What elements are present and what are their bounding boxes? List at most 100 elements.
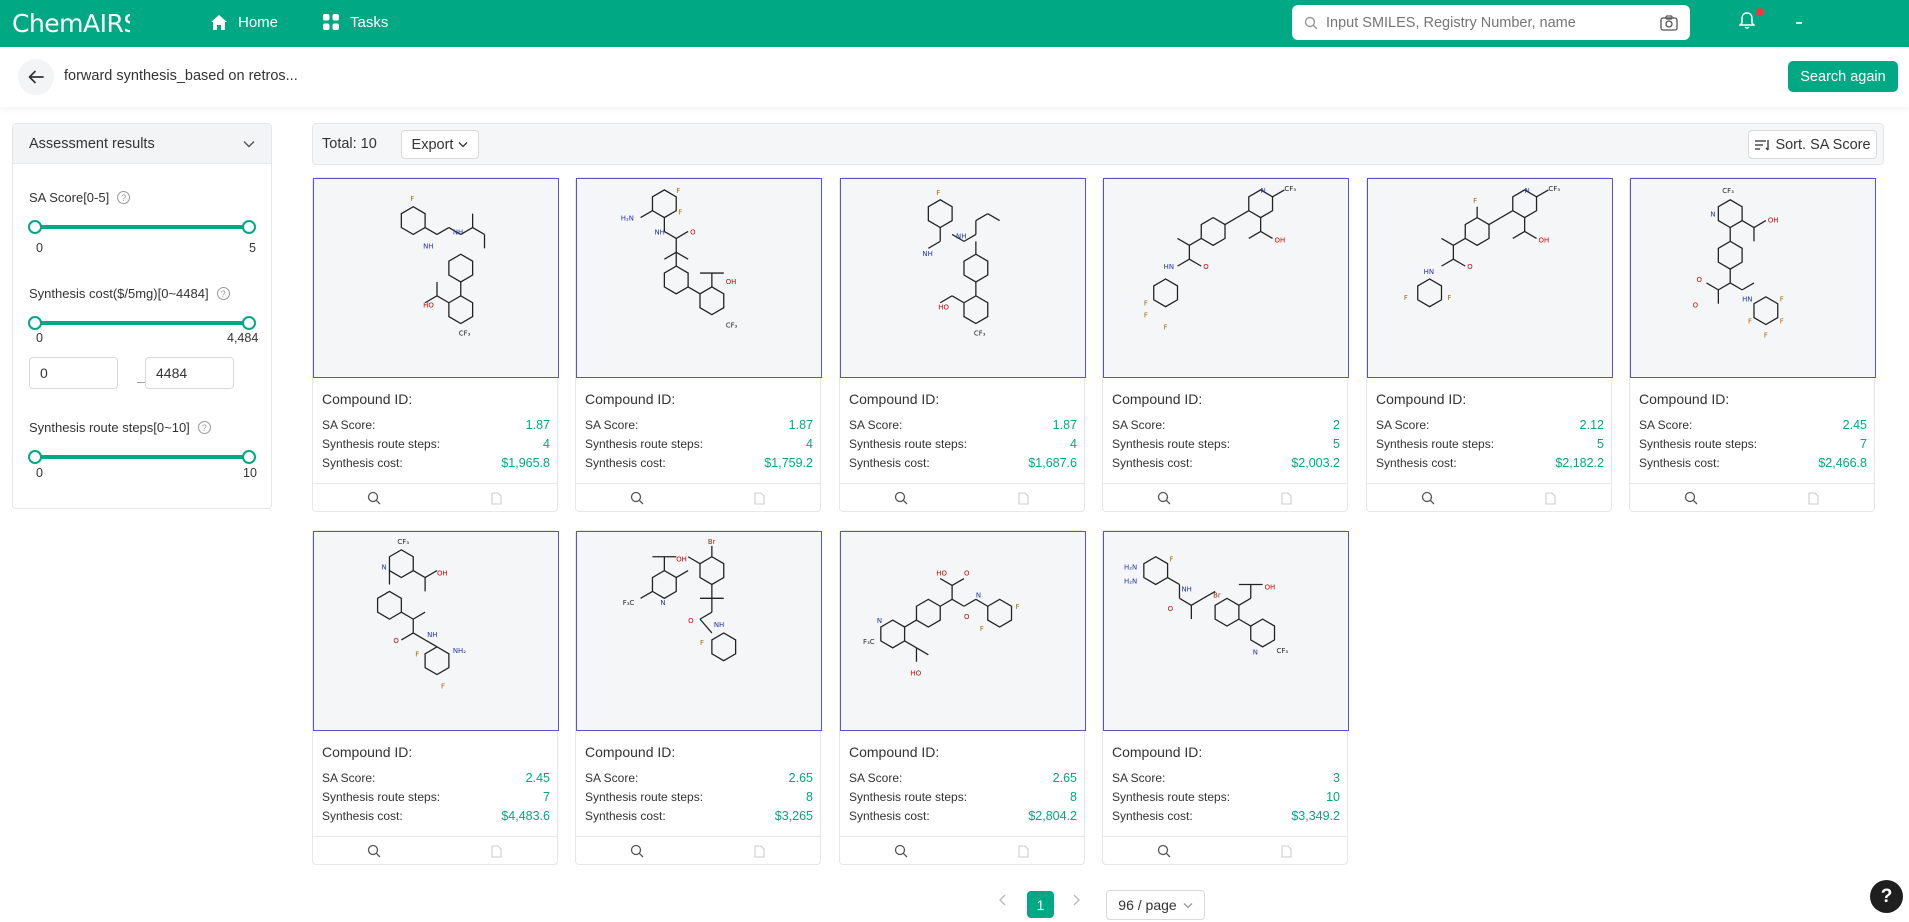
home-icon bbox=[211, 14, 227, 30]
document-button[interactable] bbox=[698, 837, 820, 865]
route-steps-min-handle[interactable] bbox=[28, 450, 42, 464]
user-menu[interactable] bbox=[1796, 22, 1802, 24]
route-steps-row: Synthesis route steps: 4 bbox=[849, 437, 1077, 451]
svg-text:F: F bbox=[415, 651, 419, 659]
help-circle-icon[interactable]: ? bbox=[197, 421, 211, 434]
search-again-button[interactable]: Search again bbox=[1788, 61, 1898, 92]
page-size-select[interactable]: 96 / page bbox=[1106, 890, 1205, 920]
document-button[interactable] bbox=[435, 837, 557, 865]
sa-score-key: SA Score: bbox=[849, 418, 903, 432]
search-icon bbox=[1304, 16, 1318, 29]
cost-min-input[interactable] bbox=[29, 357, 118, 389]
compound-structure-image[interactable]: F N CF₃ OH O HN F F bbox=[1367, 178, 1613, 378]
document-button[interactable] bbox=[1489, 484, 1611, 512]
document-button[interactable] bbox=[962, 837, 1084, 865]
svg-text:NH: NH bbox=[423, 242, 433, 250]
svg-text:F: F bbox=[700, 639, 704, 647]
route-steps-value: 8 bbox=[1070, 790, 1077, 804]
view-button[interactable] bbox=[1103, 484, 1225, 512]
view-button[interactable] bbox=[1630, 484, 1752, 512]
compound-structure-image[interactable]: F NH NH HO CF₃ bbox=[313, 178, 559, 378]
cost-slider-track[interactable] bbox=[34, 321, 250, 325]
compound-structure-image[interactable]: N CF₃ OH O HN F F F bbox=[1103, 178, 1349, 378]
view-button[interactable] bbox=[1367, 484, 1489, 512]
route-steps-row: Synthesis route steps: 4 bbox=[322, 437, 550, 451]
cost-key: Synthesis cost: bbox=[585, 456, 666, 470]
compound-id-label: Compound ID: bbox=[1639, 391, 1730, 407]
cost-row: Synthesis cost: $2,804.2 bbox=[849, 809, 1077, 823]
svg-text:F: F bbox=[1473, 197, 1477, 205]
view-button[interactable] bbox=[576, 484, 698, 512]
cost-filter-label: Synthesis cost($/5mg)[0~4484] ? bbox=[29, 286, 230, 301]
sa-score-min-handle[interactable] bbox=[28, 220, 42, 234]
sa-score-value: 2.45 bbox=[1842, 418, 1867, 432]
svg-text:Br: Br bbox=[708, 538, 716, 546]
svg-text:CF₃: CF₃ bbox=[1548, 185, 1560, 193]
cost-min-handle[interactable] bbox=[28, 316, 42, 330]
document-button[interactable] bbox=[1225, 484, 1347, 512]
document-button[interactable] bbox=[962, 484, 1084, 512]
svg-text:HO: HO bbox=[423, 302, 434, 310]
sa-score-slider-track[interactable] bbox=[34, 225, 250, 229]
view-button[interactable] bbox=[1103, 837, 1225, 865]
document-button[interactable] bbox=[698, 484, 820, 512]
molecule-structure: CF₃ N OH O O HN F F F F bbox=[1693, 187, 1784, 340]
molecule-structure: HO O O N F F N F₃C HO bbox=[863, 570, 1019, 678]
svg-text:N: N bbox=[1710, 211, 1715, 219]
compound-structure-image[interactable]: Br OH F₃C N O NH F bbox=[576, 531, 822, 731]
svg-text:F₃C: F₃C bbox=[623, 599, 635, 607]
next-page-icon[interactable] bbox=[1071, 893, 1081, 907]
molecule-structure: F N CF₃ OH O HN F F bbox=[1404, 185, 1560, 308]
nav-home[interactable]: Home bbox=[210, 0, 278, 44]
route-steps-key: Synthesis route steps: bbox=[1112, 437, 1231, 451]
view-button[interactable] bbox=[840, 484, 962, 512]
camera-icon[interactable] bbox=[1660, 14, 1678, 31]
compound-structure-image[interactable]: H₂N H₂N F NH O Br OH N CF₃ bbox=[1103, 531, 1349, 731]
view-button[interactable] bbox=[840, 837, 962, 865]
document-button[interactable] bbox=[1752, 484, 1874, 512]
prev-page-icon[interactable] bbox=[998, 893, 1008, 907]
molecule-structure: Br OH F₃C N O NH F bbox=[623, 538, 737, 662]
cost-max-input[interactable] bbox=[145, 357, 234, 389]
compound-structure-image[interactable]: F NH NH HO CF₃ bbox=[840, 178, 1086, 378]
help-button[interactable]: ? bbox=[1870, 880, 1903, 913]
cost-max-handle[interactable] bbox=[242, 316, 256, 330]
document-button[interactable] bbox=[435, 484, 557, 512]
export-button[interactable]: Export bbox=[401, 130, 479, 159]
document-button[interactable] bbox=[1225, 837, 1347, 865]
cost-key: Synthesis cost: bbox=[322, 456, 403, 470]
back-button[interactable] bbox=[18, 59, 54, 95]
compound-card: F F H₂N NH O OH CF₃ Compound ID: SA Scor… bbox=[575, 177, 822, 512]
route-steps-max-handle[interactable] bbox=[242, 450, 256, 464]
svg-text:NH: NH bbox=[1181, 585, 1191, 593]
help-circle-icon[interactable]: ? bbox=[117, 191, 131, 204]
route-steps-row: Synthesis route steps: 5 bbox=[1112, 437, 1340, 451]
sort-button[interactable]: Sort. SA Score bbox=[1748, 130, 1877, 159]
svg-text:O: O bbox=[393, 637, 399, 645]
help-circle-icon[interactable]: ? bbox=[216, 287, 230, 300]
sa-score-key: SA Score: bbox=[1112, 418, 1166, 432]
route-steps-value: 5 bbox=[1333, 437, 1340, 451]
view-button[interactable] bbox=[313, 837, 435, 865]
compound-structure-image[interactable]: F F H₂N NH O OH CF₃ bbox=[576, 178, 822, 378]
sa-score-value: 2.12 bbox=[1579, 418, 1604, 432]
search-icon bbox=[630, 844, 644, 858]
sa-score-max-handle[interactable] bbox=[242, 220, 256, 234]
app-logo[interactable]: ChemAIRS bbox=[12, 6, 130, 40]
route-steps-row: Synthesis route steps: 10 bbox=[1112, 790, 1340, 804]
compound-structure-image[interactable]: CF₃ N OH O NH F NH₂ F bbox=[313, 531, 559, 731]
svg-text:CF₃: CF₃ bbox=[974, 329, 986, 337]
search-icon bbox=[367, 844, 381, 858]
filter-panel-header[interactable]: Assessment results bbox=[13, 124, 271, 164]
compound-structure-image[interactable]: HO O O N F F N F₃C HO bbox=[840, 531, 1086, 731]
compound-structure-image[interactable]: CF₃ N OH O O HN F F F F bbox=[1630, 178, 1876, 378]
svg-text:HN: HN bbox=[1164, 263, 1174, 271]
bell-icon[interactable] bbox=[1739, 12, 1755, 30]
page-button-current[interactable]: 1 bbox=[1027, 891, 1054, 918]
view-button[interactable] bbox=[576, 837, 698, 865]
svg-text:NH: NH bbox=[714, 621, 724, 629]
search-input[interactable] bbox=[1326, 14, 1660, 31]
nav-tasks[interactable]: Tasks bbox=[322, 0, 388, 44]
route-steps-slider-track[interactable] bbox=[34, 455, 250, 459]
view-button[interactable] bbox=[313, 484, 435, 512]
